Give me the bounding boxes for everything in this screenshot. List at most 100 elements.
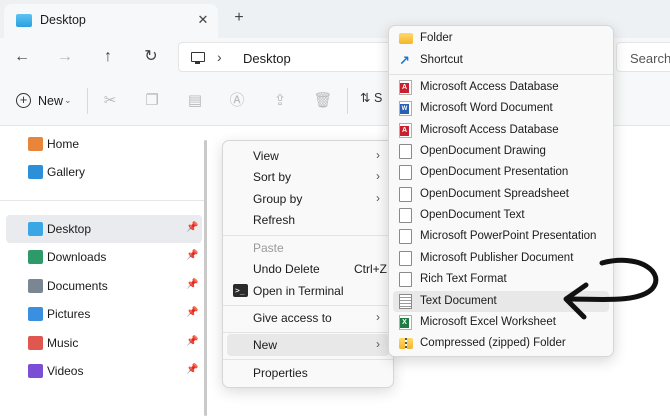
menu-divider <box>223 359 393 360</box>
sidebar-item-desktop[interactable]: Desktop 📌 <box>6 215 202 243</box>
copy-icon[interactable]: ❐ <box>141 90 163 112</box>
menu-item-group-by[interactable]: Group by › <box>227 188 389 210</box>
new-tab-button[interactable]: + <box>230 9 248 27</box>
chevron-right-icon: › <box>376 169 380 183</box>
chevron-right-icon: › <box>376 191 380 205</box>
pin-icon[interactable]: 📌 <box>186 222 198 233</box>
new-item-access-database[interactable]: Microsoft Access Database <box>393 120 609 141</box>
menu-item-label: OpenDocument Presentation <box>420 166 569 178</box>
new-item-opendocument-presentation[interactable]: OpenDocument Presentation <box>393 162 609 183</box>
sidebar-item-downloads[interactable]: Downloads 📌 <box>6 243 202 271</box>
menu-item-paste: Paste <box>227 237 389 259</box>
document-icon <box>399 229 412 244</box>
menu-item-undo-delete[interactable]: Undo Delete Ctrl+Z <box>227 258 389 280</box>
menu-item-label: Open in Terminal <box>253 284 344 298</box>
new-item-shortcut[interactable]: ↗ Shortcut <box>393 50 609 71</box>
documents-icon <box>28 279 43 293</box>
pin-icon[interactable]: 📌 <box>186 250 198 261</box>
sidebar-item-documents[interactable]: Documents 📌 <box>6 272 202 300</box>
menu-item-label: Give access to <box>253 311 332 325</box>
up-button[interactable]: ↑ <box>95 44 121 70</box>
menu-item-label: Rich Text Format <box>420 273 507 285</box>
sidebar-item-music[interactable]: Music 📌 <box>6 329 202 357</box>
shortcut-icon: ↗ <box>399 53 410 68</box>
menu-item-label: View <box>253 149 279 163</box>
cut-icon[interactable]: ✂ <box>99 90 121 112</box>
share-icon[interactable]: ⇪ <box>269 90 291 112</box>
folder-icon <box>399 33 413 44</box>
breadcrumb-chevron-icon[interactable]: › <box>217 49 222 65</box>
sidebar-item-label: Downloads <box>47 250 107 264</box>
home-icon <box>28 137 43 151</box>
pictures-icon <box>28 307 43 321</box>
sidebar-item-label: Home <box>47 137 80 151</box>
desktop-icon <box>28 222 43 236</box>
new-item-folder[interactable]: Folder <box>393 28 609 49</box>
delete-icon[interactable]: 🗑 <box>312 90 334 112</box>
sidebar-item-videos[interactable]: Videos 📌 <box>6 357 202 385</box>
context-menu: View › Sort by › Group by › Refresh Past… <box>222 140 394 388</box>
sidebar-item-pictures[interactable]: Pictures 📌 <box>6 300 202 328</box>
document-icon <box>399 144 412 159</box>
menu-item-properties[interactable]: Properties <box>227 362 389 384</box>
pin-icon[interactable]: 📌 <box>186 307 198 318</box>
new-button[interactable]: + New ⌄ <box>12 88 80 114</box>
desktop-icon <box>16 14 32 27</box>
gallery-icon <box>28 165 43 179</box>
menu-divider <box>223 305 393 306</box>
toolbar-divider <box>347 88 348 114</box>
breadcrumb-location[interactable]: Desktop <box>243 51 291 66</box>
menu-item-label: Properties <box>253 366 308 380</box>
pin-icon[interactable]: 📌 <box>186 336 198 347</box>
close-tab-icon[interactable]: ✕ <box>194 11 212 29</box>
menu-item-label: Compressed (zipped) Folder <box>420 337 566 349</box>
menu-item-label: Group by <box>253 192 303 206</box>
new-item-word-document[interactable]: Microsoft Word Document <box>393 98 609 119</box>
menu-item-label: Paste <box>253 241 284 255</box>
sidebar-item-gallery[interactable]: Gallery <box>6 158 202 186</box>
access-icon <box>399 123 412 138</box>
sidebar-item-home[interactable]: Home <box>6 130 202 158</box>
menu-item-label: Microsoft Access Database <box>420 124 559 136</box>
menu-item-sort-by[interactable]: Sort by › <box>227 166 389 188</box>
back-button[interactable]: ← <box>9 44 35 70</box>
menu-item-view[interactable]: View › <box>227 145 389 167</box>
annotation-arrow-icon <box>563 257 659 320</box>
new-item-zipped-folder[interactable]: Compressed (zipped) Folder <box>393 333 609 354</box>
refresh-button[interactable]: ↻ <box>138 44 164 70</box>
menu-item-label: Microsoft PowerPoint Presentation <box>420 230 597 242</box>
document-icon <box>399 251 412 266</box>
menu-item-shortcut: Ctrl+Z <box>354 262 387 276</box>
menu-item-label: OpenDocument Spreadsheet <box>420 188 569 200</box>
new-item-opendocument-drawing[interactable]: OpenDocument Drawing <box>393 141 609 162</box>
menu-item-label: Microsoft Word Document <box>420 102 553 114</box>
chevron-right-icon: › <box>376 337 380 351</box>
menu-item-refresh[interactable]: Refresh <box>227 209 389 231</box>
forward-button[interactable]: → <box>52 44 78 70</box>
chevron-down-icon: ⌄ <box>64 95 72 105</box>
pin-icon[interactable]: 📌 <box>186 279 198 290</box>
pin-icon[interactable]: 📌 <box>186 364 198 375</box>
music-icon <box>28 336 43 350</box>
search-input[interactable]: Search <box>616 42 670 72</box>
new-item-opendocument-text[interactable]: OpenDocument Text <box>393 205 609 226</box>
this-pc-icon <box>191 52 205 64</box>
paste-icon[interactable]: ▤ <box>184 90 206 112</box>
sort-button[interactable]: ⇅ S <box>360 90 382 105</box>
menu-item-label: Shortcut <box>420 54 463 66</box>
menu-item-give-access-to[interactable]: Give access to › <box>227 307 389 329</box>
tab-desktop[interactable]: Desktop ✕ <box>4 4 218 38</box>
text-document-icon <box>399 294 412 309</box>
new-item-opendocument-spreadsheet[interactable]: OpenDocument Spreadsheet <box>393 184 609 205</box>
menu-item-new[interactable]: New › <box>227 334 389 356</box>
menu-item-open-in-terminal[interactable]: >_ Open in Terminal <box>227 280 389 302</box>
menu-item-label: Sort by <box>253 170 292 184</box>
rename-icon[interactable]: Ⓐ <box>226 90 248 112</box>
new-item-powerpoint-presentation[interactable]: Microsoft PowerPoint Presentation <box>393 226 609 247</box>
menu-item-label: Text Document <box>420 295 497 307</box>
sort-icon: ⇅ <box>360 91 371 105</box>
new-item-access-database[interactable]: Microsoft Access Database <box>393 77 609 98</box>
sidebar-scrollbar[interactable] <box>204 140 207 416</box>
document-icon <box>399 187 412 202</box>
navigation-pane: Home Gallery Desktop 📌 Downloads 📌 Docum… <box>0 126 206 416</box>
